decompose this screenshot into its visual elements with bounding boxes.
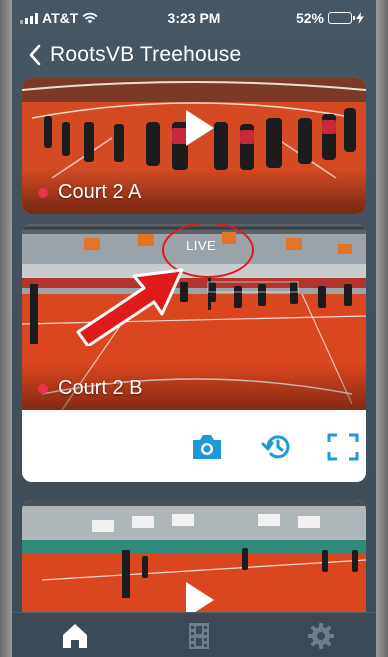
history-icon[interactable]: [260, 432, 294, 462]
court-card-next[interactable]: [22, 500, 366, 620]
app-screen: AT&T 3:23 PM 52% RootsVB Treehouse Court…: [12, 0, 376, 657]
camera-icon[interactable]: [190, 432, 224, 462]
charging-icon: [356, 12, 364, 24]
court-video-live[interactable]: LIVE Court 2 B: [22, 224, 366, 410]
home-icon[interactable]: [60, 621, 90, 651]
status-dot: [38, 187, 48, 198]
back-button[interactable]: RootsVB Treehouse: [28, 43, 241, 67]
court-label: Court 2 B: [38, 377, 142, 400]
court-card-2a[interactable]: Court 2 A: [22, 78, 366, 214]
gear-icon[interactable]: [306, 621, 336, 651]
film-icon[interactable]: [184, 621, 214, 651]
fullscreen-icon[interactable]: [326, 432, 360, 462]
status-dot: [38, 383, 48, 394]
page-title: RootsVB Treehouse: [50, 43, 242, 66]
battery-percent: 52%: [295, 10, 324, 26]
live-badge: LIVE: [186, 238, 217, 253]
court-name: Court 2 B: [58, 377, 143, 399]
court-card-2b[interactable]: LIVE Court 2 B: [22, 224, 366, 482]
device-edge-right: [376, 0, 388, 657]
annotation-arrow-icon: [76, 268, 184, 346]
play-icon[interactable]: [182, 108, 216, 148]
chevron-left-icon: [29, 44, 41, 66]
battery-info: 52%: [296, 10, 364, 26]
status-bar: AT&T 3:23 PM 52%: [12, 0, 376, 40]
court-label: Court 2 A: [38, 181, 141, 204]
battery-icon: [328, 12, 355, 24]
court-video-thumbnail[interactable]: Court 2 A: [22, 78, 366, 214]
tab-bar: [12, 612, 376, 657]
device-edge-left: [0, 0, 12, 657]
navigation-bar: RootsVB Treehouse: [12, 40, 376, 76]
video-controls: [22, 410, 366, 482]
court-name: Court 2 A: [58, 181, 142, 203]
court-video-thumbnail[interactable]: [22, 500, 366, 620]
